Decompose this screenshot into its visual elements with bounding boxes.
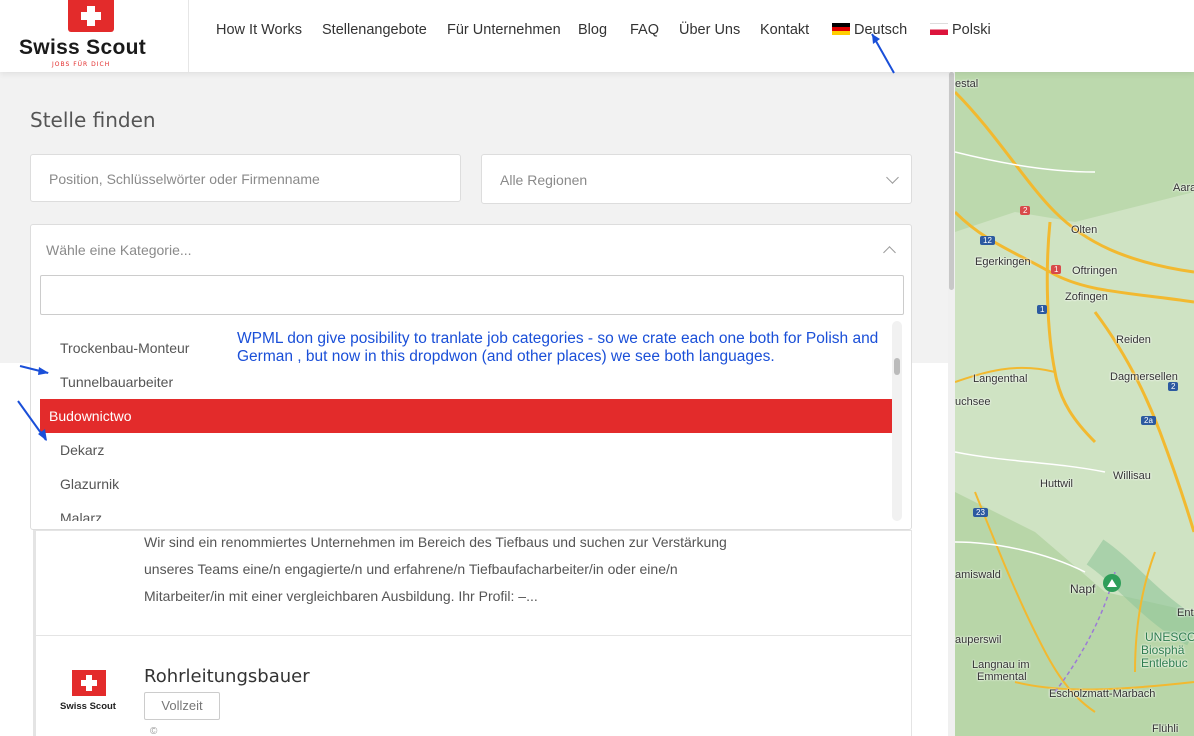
map-label: Oftringen <box>1072 265 1118 277</box>
brand-name: Swiss Scout <box>19 36 147 59</box>
category-option[interactable]: Glazurnik <box>60 476 119 492</box>
category-option-highlighted[interactable]: Budownictwo <box>40 399 893 433</box>
map-label: Biosphä <box>1141 643 1185 657</box>
polish-flag-icon <box>930 23 948 35</box>
map-label: Langenthal <box>973 373 1028 385</box>
job-meta: © <box>150 726 158 736</box>
category-placeholder: Wähle eine Kategorie... <box>46 242 192 258</box>
site-header: Swiss Scout JOBS FÜR DICH How It Works S… <box>0 0 1194 72</box>
nav-kontakt[interactable]: Kontakt <box>760 22 809 38</box>
annotation-arrow-icon <box>871 33 895 74</box>
road-shield: 12 <box>980 236 995 245</box>
road-shield: 1 <box>1037 305 1048 314</box>
job-title[interactable]: Rohrleitungsbauer <box>144 666 310 687</box>
page-title: Stelle finden <box>30 108 156 132</box>
mountain-pin-icon <box>1103 574 1121 592</box>
job-description: Wir sind ein renommiertes Unternehmen im… <box>144 529 744 610</box>
nav-stellenangebote[interactable]: Stellenangebote <box>322 22 427 38</box>
map-label: Napf <box>1070 582 1096 596</box>
keyword-input[interactable]: Position, Schlüsselwörter oder Firmennam… <box>30 154 461 202</box>
map-label: Willisau <box>1113 470 1151 482</box>
nav-fur-unternehmen[interactable]: Für Unternehmen <box>447 22 561 38</box>
swiss-flag-icon <box>68 0 114 32</box>
map-label: uchsee <box>955 396 991 408</box>
road-shield: 2a <box>1141 416 1156 425</box>
keyword-placeholder: Position, Schlüsselwörter oder Firmennam… <box>49 171 320 187</box>
map-label: Langnau im <box>972 659 1030 671</box>
nav-uber-uns[interactable]: Über Uns <box>679 22 740 38</box>
company-logo: Swiss Scout <box>60 670 118 716</box>
map-label: Aara <box>1173 182 1194 194</box>
chevron-up-icon[interactable] <box>883 246 896 259</box>
map-label: Dagmersellen <box>1110 371 1178 383</box>
nav-blog[interactable]: Blog <box>578 22 607 38</box>
map-label: Ent <box>1177 607 1194 619</box>
german-flag-icon <box>832 23 850 35</box>
region-select[interactable]: Alle Regionen <box>481 154 912 204</box>
map-label: Escholzmatt-Marbach <box>1049 688 1156 700</box>
road-shield: 23 <box>973 508 988 517</box>
map-label: Egerkingen <box>975 256 1031 268</box>
map-label: Flühli <box>1152 723 1179 735</box>
page-scrollbar[interactable] <box>948 72 955 736</box>
region-value: Alle Regionen <box>500 172 588 188</box>
job-description-line: unseres Teams eine/n engagierte/n und er… <box>144 561 678 577</box>
site-logo[interactable]: Swiss Scout JOBS FÜR DICH <box>0 0 189 72</box>
annotation-arrow-icon <box>19 365 49 375</box>
company-logo-text: Swiss Scout <box>60 701 116 712</box>
category-search-input[interactable] <box>40 275 904 315</box>
annotation-note: WPML don give posibility to tranlate job… <box>237 330 879 365</box>
category-option[interactable]: Trockenbau-Monteur <box>60 340 189 356</box>
map-label: Entlebuc <box>1141 656 1188 670</box>
map-label: Olten <box>1071 224 1098 236</box>
job-description-line: Wir sind ein renommiertes Unternehmen im… <box>144 534 727 550</box>
job-type-badge: Vollzeit <box>144 692 220 720</box>
chevron-down-icon <box>886 171 899 184</box>
category-option[interactable]: Malarz <box>60 510 102 521</box>
road-shield: 2 <box>1168 382 1179 391</box>
map-panel[interactable]: estal Aara Olten Egerkingen Oftringen Zo… <box>955 72 1194 736</box>
road-shield: 2 <box>1020 206 1031 215</box>
category-option[interactable]: Dekarz <box>60 442 104 458</box>
category-option[interactable]: Tunnelbauarbeiter <box>60 374 173 390</box>
nav-how-it-works[interactable]: How It Works <box>216 22 302 38</box>
map-label: auperswil <box>955 634 1002 646</box>
brand-tagline: JOBS FÜR DICH <box>52 61 111 68</box>
category-select[interactable]: Wähle eine Kategorie... Trockenbau-Monte… <box>30 224 912 530</box>
map-label: amiswald <box>955 569 1001 581</box>
page-scroll-thumb[interactable] <box>949 72 954 290</box>
map-label: estal <box>955 78 979 90</box>
job-description-line: Mitarbeiter/in mit einer vergleichbaren … <box>144 588 538 604</box>
map-label: Zofingen <box>1065 291 1108 303</box>
map-label: Emmental <box>977 671 1027 683</box>
map-label: Reiden <box>1116 334 1151 346</box>
lang-pl-label: Polski <box>952 22 991 38</box>
road-shield: 1 <box>1051 265 1062 274</box>
nav-faq[interactable]: FAQ <box>630 22 659 38</box>
swiss-flag-icon <box>72 670 106 696</box>
annotation-arrow-icon <box>17 400 47 441</box>
lang-switch-pl[interactable]: Polski <box>930 22 991 38</box>
map-label: UNESCO <box>1145 630 1194 644</box>
map-label: Huttwil <box>1040 478 1074 490</box>
